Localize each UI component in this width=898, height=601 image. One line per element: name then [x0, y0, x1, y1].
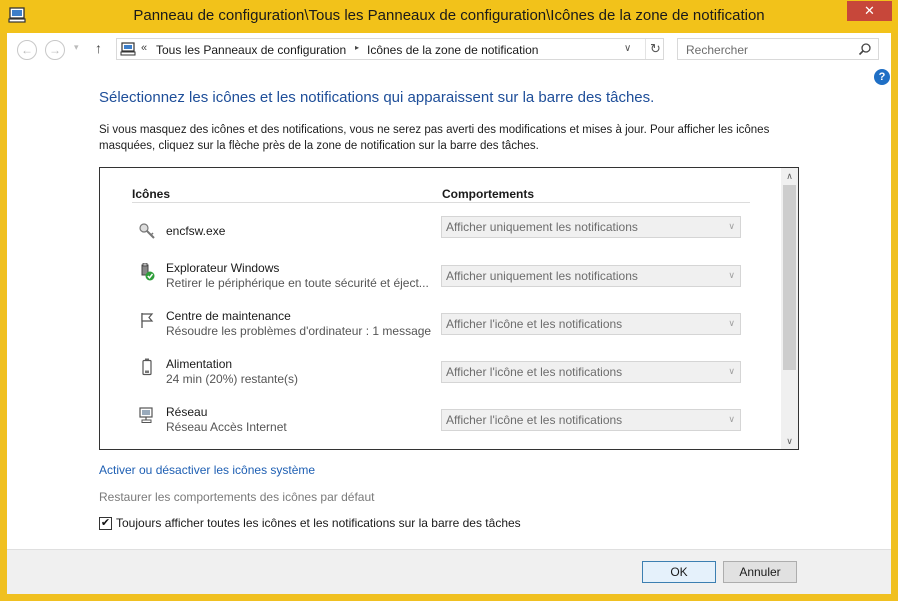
row-description: Résoudre les problèmes d'ordinateur : 1 … [166, 324, 432, 338]
row-name: Alimentation [166, 357, 233, 371]
behavior-value: Afficher l'icône et les notifications [446, 317, 623, 331]
recent-locations-dropdown[interactable]: ▾ [74, 42, 79, 53]
search-placeholder: Rechercher [686, 43, 749, 57]
back-button[interactable]: ← [17, 40, 37, 60]
scroll-down-icon[interactable]: ∨ [781, 433, 798, 449]
behavior-select[interactable]: Afficher l'icône et les notifications ∨ [441, 409, 741, 431]
row-name: Réseau [166, 405, 208, 419]
row-description: 24 min (20%) restante(s) [166, 372, 299, 386]
row-name: Centre de maintenance [166, 309, 291, 323]
list-item: Réseau Réseau Accès Internet Afficher l'… [132, 405, 750, 445]
row-name: encfsw.exe [166, 224, 226, 238]
system-icons-link[interactable]: Activer ou désactiver les icônes système [99, 463, 315, 477]
behavior-value: Afficher l'icône et les notifications [446, 365, 623, 379]
breadcrumb-all-panels[interactable]: Tous les Panneaux de configuration [156, 43, 346, 57]
search-icon[interactable] [858, 42, 872, 56]
always-show-label[interactable]: Toujours afficher toutes les icônes et l… [116, 516, 521, 530]
control-panel-icon [120, 42, 136, 56]
client-area: ← → ▾ ↑ « Tous les Panneaux de configura… [7, 33, 891, 594]
close-button[interactable]: ✕ [847, 1, 892, 21]
behavior-select[interactable]: Afficher uniquement les notifications ∨ [441, 265, 741, 287]
list-item: Alimentation 24 min (20%) restante(s) Af… [132, 357, 750, 397]
flag-icon [141, 313, 154, 328]
page-description: Si vous masquez des icônes et des notifi… [99, 124, 770, 152]
breadcrumb-notification-icons[interactable]: Icônes de la zone de notification [367, 43, 538, 57]
dialog-footer: OK Annuler [7, 549, 891, 594]
always-show-checkbox[interactable]: ✔ [99, 517, 112, 530]
search-input[interactable]: Rechercher [677, 38, 879, 60]
notification-icons-list[interactable]: Icônes Comportements encfsw.exe Afficher… [99, 167, 799, 450]
row-name: Explorateur Windows [166, 261, 280, 275]
behavior-value: Afficher uniquement les notifications [446, 269, 638, 283]
breadcrumb-separator-icon[interactable]: ▸ [355, 43, 359, 52]
column-header-icons: Icônes [132, 187, 171, 201]
forward-button[interactable]: → [45, 40, 65, 60]
page-heading: Sélectionnez les icônes et les notificat… [99, 89, 655, 106]
battery-icon [142, 358, 152, 376]
address-overflow-chevron[interactable]: « [141, 42, 147, 54]
cancel-button[interactable]: Annuler [723, 561, 797, 583]
behavior-value: Afficher uniquement les notifications [446, 220, 638, 234]
scrollbar-thumb[interactable] [783, 185, 796, 370]
scroll-up-icon[interactable]: ∧ [781, 168, 798, 184]
behavior-select[interactable]: Afficher l'icône et les notifications ∨ [441, 313, 741, 335]
list-item: Explorateur Windows Retirer le périphéri… [132, 261, 750, 301]
up-button[interactable]: ↑ [95, 40, 102, 56]
address-bar[interactable]: « Tous les Panneaux de configuration ▸ I… [116, 38, 664, 60]
window-title: Panneau de configuration\Tous les Pannea… [133, 7, 765, 24]
ok-button[interactable]: OK [642, 561, 716, 583]
control-panel-window: Panneau de configuration\Tous les Pannea… [0, 0, 898, 601]
list-item: Centre de maintenance Résoudre les probl… [132, 309, 750, 349]
chevron-down-icon[interactable]: ∨ [728, 221, 735, 232]
vertical-scrollbar[interactable]: ∧ ∨ [781, 168, 798, 449]
behavior-value: Afficher l'icône et les notifications [446, 413, 623, 427]
header-divider [132, 202, 750, 203]
behavior-select[interactable]: Afficher l'icône et les notifications ∨ [441, 361, 741, 383]
behavior-select[interactable]: Afficher uniquement les notifications ∨ [441, 216, 741, 238]
row-description: Réseau Accès Internet [166, 420, 287, 434]
column-header-behaviors: Comportements [442, 187, 535, 201]
key-icon [139, 223, 155, 239]
restore-defaults-link[interactable]: Restaurer les comportements des icônes p… [99, 490, 374, 504]
network-icon [139, 407, 153, 423]
usb-safe-remove-icon [141, 263, 155, 281]
address-dropdown-icon[interactable]: ∨ [624, 43, 631, 54]
list-item: encfsw.exe Afficher uniquement les notif… [132, 216, 750, 264]
help-icon[interactable]: ? [874, 69, 890, 85]
chevron-down-icon[interactable]: ∨ [728, 366, 735, 377]
row-description: Retirer le périphérique en toute sécurit… [166, 276, 429, 290]
chevron-down-icon[interactable]: ∨ [728, 270, 735, 281]
title-bar[interactable]: Panneau de configuration\Tous les Pannea… [0, 0, 898, 33]
chevron-down-icon[interactable]: ∨ [728, 414, 735, 425]
refresh-button[interactable]: ↻ [645, 39, 665, 59]
chevron-down-icon[interactable]: ∨ [728, 318, 735, 329]
